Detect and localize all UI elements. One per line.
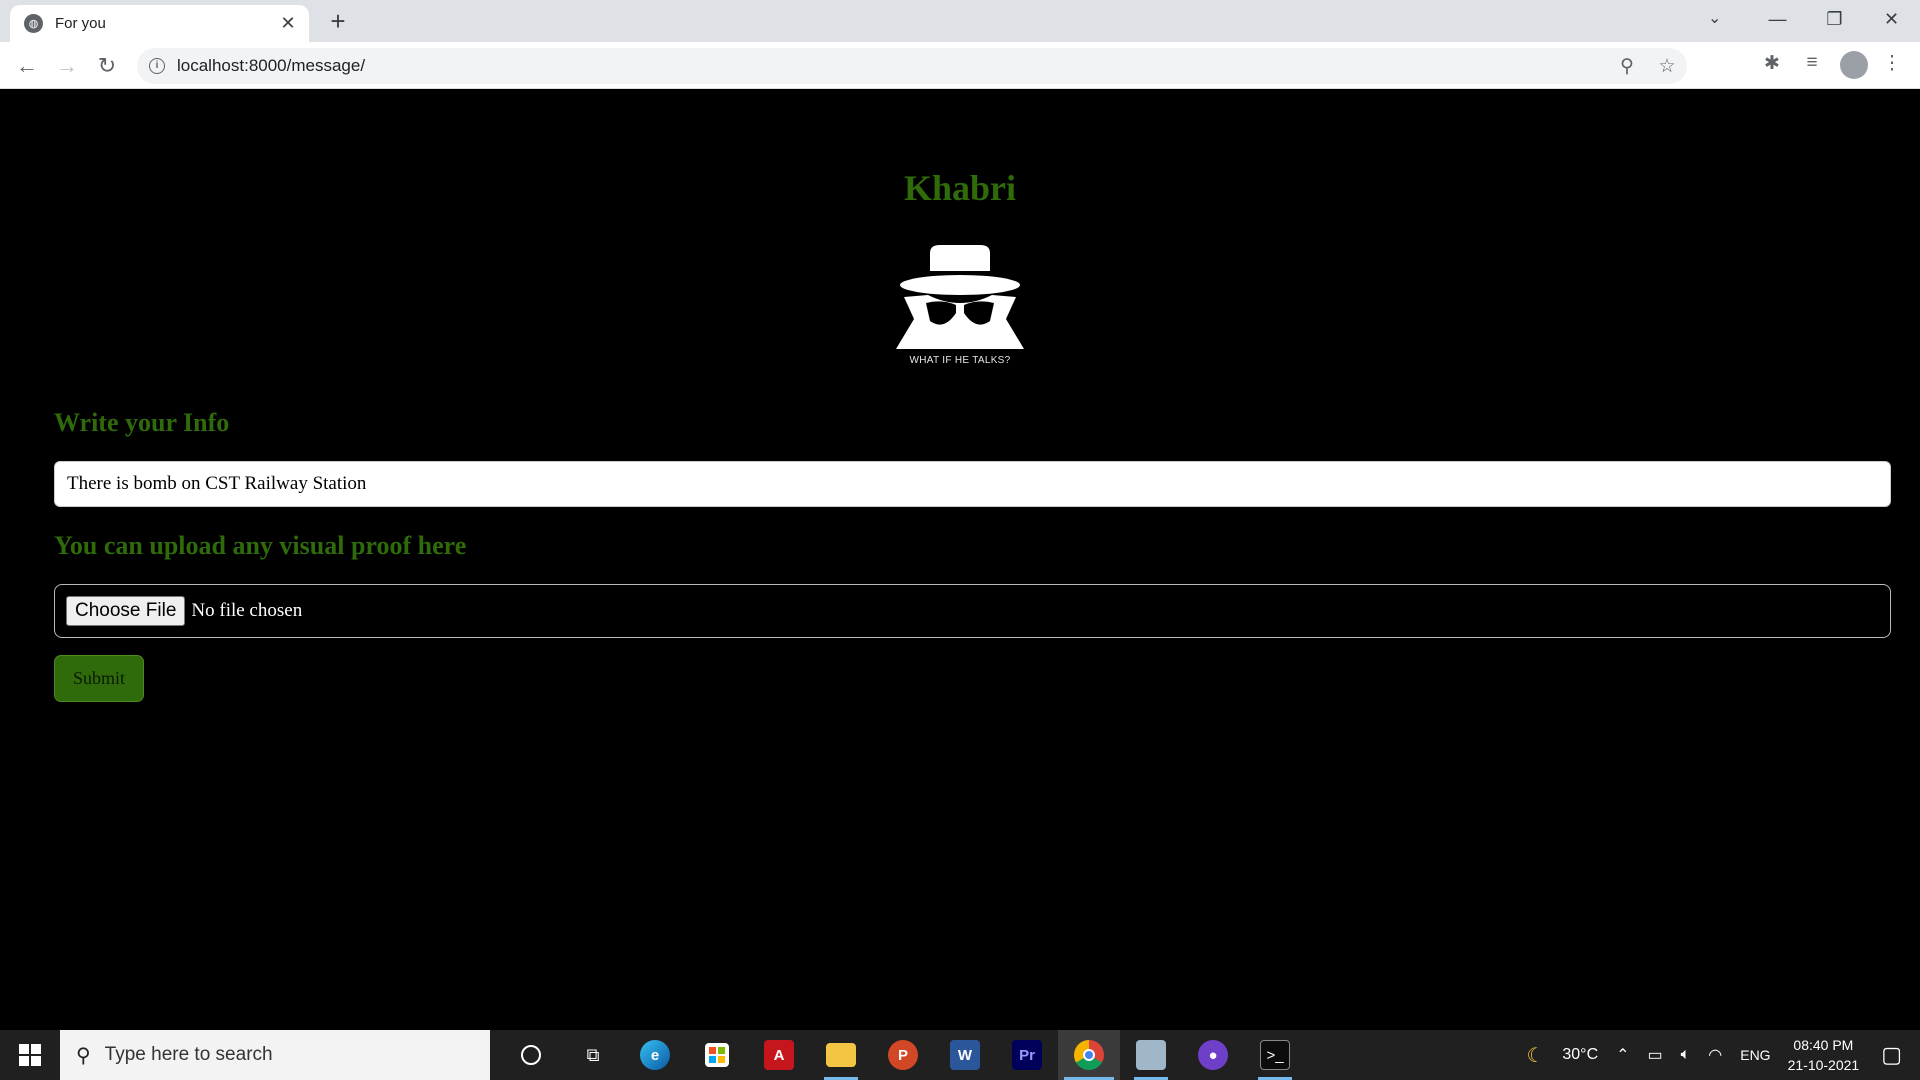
media-icon[interactable]: ≡ <box>1796 52 1828 74</box>
forward-icon[interactable]: → <box>51 50 83 82</box>
file-status-text: No file chosen <box>191 600 303 621</box>
star-icon[interactable]: ☆ <box>1647 55 1687 78</box>
pinned-apps: ⧉ e A P W Pr ● >_ <box>500 1030 1306 1080</box>
file-upload-field[interactable]: Choose File No file chosen <box>54 584 1891 638</box>
close-window-icon[interactable]: ✕ <box>1863 9 1920 30</box>
premiere-icon[interactable]: Pr <box>996 1030 1058 1080</box>
search-icon: ⚲ <box>76 1044 91 1067</box>
tab-strip: ◍ For you ✕ + ⌄ — ❐ ✕ <box>0 0 1920 42</box>
battery-icon[interactable]: ▭ <box>1648 1045 1663 1065</box>
plus-icon[interactable]: + <box>324 6 352 37</box>
acrobat-icon[interactable]: A <box>748 1030 810 1080</box>
photos-icon[interactable] <box>1120 1030 1182 1080</box>
weather-temp[interactable]: 30°C <box>1562 1046 1598 1064</box>
submit-button[interactable]: Submit <box>54 655 144 702</box>
wifi-icon[interactable]: ◠ <box>1708 1045 1722 1065</box>
volume-icon[interactable]: 🔈︎ <box>1681 1046 1691 1064</box>
taskbar: ⚲ Type here to search ⧉ e A P W Pr ● >_ … <box>0 1030 1920 1080</box>
window-controls: — ❐ ✕ <box>1749 0 1920 38</box>
spy-logo-icon <box>896 245 1024 349</box>
browser-toolbar: ← → ↻ i localhost:8000/message/ ⚲ ☆ ✱ ≡ … <box>0 42 1920 89</box>
system-tray: ☾ 30°C ⌃ ▭ 🔈︎ ◠ ENG 08:40 PM 21-10-2021 … <box>1517 1030 1920 1080</box>
back-icon[interactable]: ← <box>11 50 43 82</box>
word-icon[interactable]: W <box>934 1030 996 1080</box>
taskbar-search[interactable]: ⚲ Type here to search <box>60 1030 490 1080</box>
menu-icon[interactable]: ⋮ <box>1876 52 1908 75</box>
info-input[interactable] <box>54 461 1891 507</box>
tab-title: For you <box>55 15 106 32</box>
powerpoint-icon[interactable]: P <box>872 1030 934 1080</box>
task-view-icon[interactable]: ⧉ <box>562 1030 624 1080</box>
file-explorer-icon[interactable] <box>810 1030 872 1080</box>
weather-icon[interactable]: ☾ <box>1526 1043 1544 1068</box>
zoom-icon[interactable]: ⚲ <box>1607 55 1647 78</box>
upload-heading: You can upload any visual proof here <box>54 531 467 560</box>
page-content: Khabri WHAT IF HE TALKS? Write your Info… <box>0 89 1920 1030</box>
tab-search-icon[interactable]: ⌄ <box>1708 8 1721 28</box>
language-indicator[interactable]: ENG <box>1740 1047 1770 1063</box>
github-desktop-icon[interactable]: ● <box>1182 1030 1244 1080</box>
clock-date: 21-10-2021 <box>1787 1057 1860 1073</box>
chevron-up-icon[interactable]: ⌃ <box>1616 1045 1629 1065</box>
info-heading: Write your Info <box>54 408 230 437</box>
windows-start-icon[interactable] <box>0 1030 60 1080</box>
browser-tab[interactable]: ◍ For you ✕ <box>10 5 309 42</box>
chrome-icon[interactable] <box>1058 1030 1120 1080</box>
notification-icon[interactable]: ▢ <box>1881 1042 1902 1068</box>
choose-file-button[interactable]: Choose File <box>66 596 186 626</box>
site-title: Khabri <box>903 168 1017 208</box>
clock[interactable]: 08:40 PM 21-10-2021 <box>1788 1035 1860 1075</box>
minimize-icon[interactable]: — <box>1749 9 1806 30</box>
clock-time: 08:40 PM <box>1793 1037 1854 1053</box>
profile-icon[interactable] <box>1840 51 1868 79</box>
info-icon[interactable]: i <box>149 58 165 74</box>
globe-icon: ◍ <box>24 14 43 33</box>
logo-caption: WHAT IF HE TALKS? <box>909 355 1011 366</box>
edge-icon[interactable]: e <box>624 1030 686 1080</box>
close-icon[interactable]: ✕ <box>277 13 299 34</box>
store-icon[interactable] <box>686 1030 748 1080</box>
address-bar[interactable]: i localhost:8000/message/ ⚲ ☆ <box>137 48 1687 84</box>
cortana-icon[interactable] <box>500 1030 562 1080</box>
extensions-icon[interactable]: ✱ <box>1756 52 1788 75</box>
reload-icon[interactable]: ↻ <box>91 50 123 82</box>
search-placeholder: Type here to search <box>104 1044 273 1065</box>
url-text: localhost:8000/message/ <box>177 56 366 75</box>
terminal-icon[interactable]: >_ <box>1244 1030 1306 1080</box>
restore-icon[interactable]: ❐ <box>1806 9 1863 30</box>
